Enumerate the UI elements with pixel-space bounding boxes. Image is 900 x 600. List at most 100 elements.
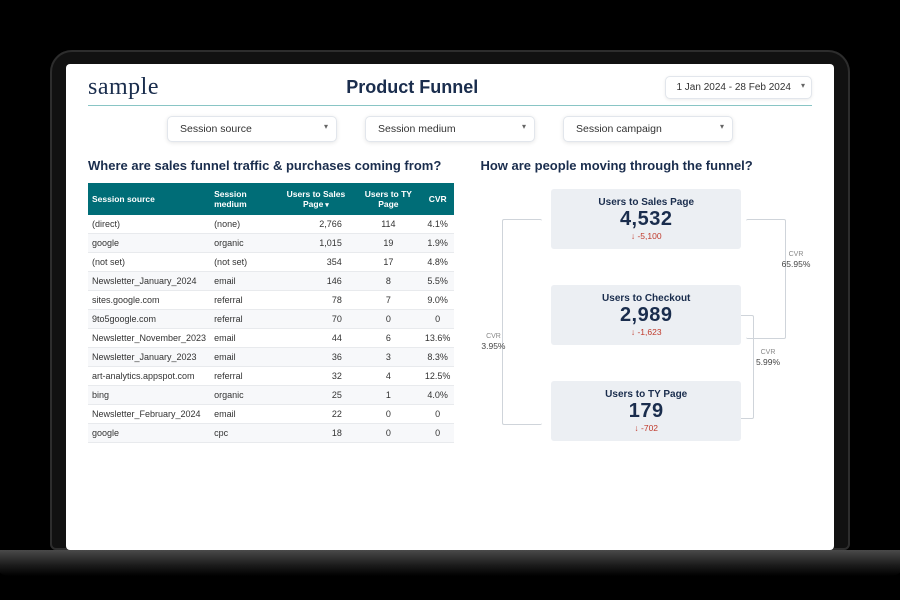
laptop-frame: sample Product Funnel 1 Jan 2024 - 28 Fe…	[50, 50, 850, 550]
col-cvr[interactable]: CVR	[421, 183, 455, 215]
cell-source: (not set)	[88, 253, 210, 272]
cvr-left: CVR 3.95%	[476, 333, 510, 351]
stage-value: 2,989	[557, 304, 735, 327]
cell-sales: 146	[276, 272, 356, 291]
filter-session-campaign[interactable]: Session campaign	[563, 116, 733, 142]
stage-delta: -702	[557, 423, 735, 433]
table-row[interactable]: bingorganic2514.0%	[88, 386, 454, 405]
cell-sales: 354	[276, 253, 356, 272]
col-users-ty[interactable]: Users to TY Page	[356, 183, 421, 215]
cell-source: Newsletter_February_2024	[88, 405, 210, 424]
cell-sales: 44	[276, 329, 356, 348]
cell-source: sites.google.com	[88, 291, 210, 310]
cell-ty: 0	[356, 405, 421, 424]
cell-ty: 3	[356, 348, 421, 367]
cell-source: Newsletter_January_2024	[88, 272, 210, 291]
cell-cvr: 0	[421, 310, 455, 329]
cell-ty: 6	[356, 329, 421, 348]
cell-medium: referral	[210, 310, 276, 329]
filter-session-medium[interactable]: Session medium	[365, 116, 535, 142]
cell-cvr: 0	[421, 405, 455, 424]
cell-ty: 114	[356, 215, 421, 234]
cell-medium: organic	[210, 386, 276, 405]
table-row[interactable]: 9to5google.comreferral7000	[88, 310, 454, 329]
cell-source: 9to5google.com	[88, 310, 210, 329]
page-title: Product Funnel	[346, 77, 478, 98]
dashboard-screen: sample Product Funnel 1 Jan 2024 - 28 Fe…	[66, 64, 834, 550]
funnel-stage-checkout: Users to Checkout 2,989 -1,623	[551, 285, 741, 345]
funnel-section: How are people moving through the funnel…	[480, 158, 812, 483]
cell-cvr: 4.0%	[421, 386, 455, 405]
main-content: Where are sales funnel traffic & purchas…	[88, 158, 812, 483]
header: sample Product Funnel 1 Jan 2024 - 28 Fe…	[88, 74, 812, 101]
connector-line	[502, 219, 542, 425]
cell-cvr: 4.1%	[421, 215, 455, 234]
cell-ty: 0	[356, 424, 421, 443]
traffic-table-section: Where are sales funnel traffic & purchas…	[88, 158, 454, 483]
table-header-row: Session source Session medium Users to S…	[88, 183, 454, 215]
cell-source: google	[88, 424, 210, 443]
cell-cvr: 0	[421, 424, 455, 443]
table-section-title: Where are sales funnel traffic & purchas…	[88, 158, 454, 173]
stage-label: Users to TY Page	[557, 389, 735, 400]
cell-medium: organic	[210, 234, 276, 253]
table-row[interactable]: Newsletter_January_2024email14685.5%	[88, 272, 454, 291]
header-divider	[88, 105, 812, 106]
cell-sales: 78	[276, 291, 356, 310]
table-row[interactable]: googleorganic1,015191.9%	[88, 234, 454, 253]
table-row[interactable]: sites.google.comreferral7879.0%	[88, 291, 454, 310]
cell-sales: 36	[276, 348, 356, 367]
table-row[interactable]: art-analytics.appspot.comreferral32412.5…	[88, 367, 454, 386]
filter-session-source[interactable]: Session source	[167, 116, 337, 142]
funnel-section-title: How are people moving through the funnel…	[480, 158, 812, 173]
table-row[interactable]: googlecpc1800	[88, 424, 454, 443]
cell-medium: email	[210, 348, 276, 367]
cell-ty: 7	[356, 291, 421, 310]
cell-medium: email	[210, 272, 276, 291]
cell-sales: 70	[276, 310, 356, 329]
cell-sales: 22	[276, 405, 356, 424]
cell-cvr: 1.9%	[421, 234, 455, 253]
cell-medium: email	[210, 329, 276, 348]
cell-medium: referral	[210, 291, 276, 310]
cell-cvr: 13.6%	[421, 329, 455, 348]
filter-row: Session source Session medium Session ca…	[88, 116, 812, 142]
cell-ty: 19	[356, 234, 421, 253]
stage-label: Users to Sales Page	[557, 197, 735, 208]
cell-source: google	[88, 234, 210, 253]
col-session-source[interactable]: Session source	[88, 183, 210, 215]
table-row[interactable]: Newsletter_February_2024email2200	[88, 405, 454, 424]
funnel-diagram: Users to Sales Page 4,532 -5,100 Users t…	[480, 183, 812, 483]
table-row[interactable]: (not set)(not set)354174.8%	[88, 253, 454, 272]
cell-source: art-analytics.appspot.com	[88, 367, 210, 386]
cell-cvr: 8.3%	[421, 348, 455, 367]
cell-sales: 2,766	[276, 215, 356, 234]
funnel-stage-ty-page: Users to TY Page 179 -702	[551, 381, 741, 441]
table-row[interactable]: Newsletter_November_2023email44613.6%	[88, 329, 454, 348]
col-users-sales[interactable]: Users to Sales Page	[276, 183, 356, 215]
date-range-picker[interactable]: 1 Jan 2024 - 28 Feb 2024	[665, 76, 812, 99]
cvr-mid: CVR 5.99%	[746, 349, 790, 367]
cell-cvr: 9.0%	[421, 291, 455, 310]
cell-source: Newsletter_November_2023	[88, 329, 210, 348]
cell-medium: referral	[210, 367, 276, 386]
table-row[interactable]: (direct)(none)2,7661144.1%	[88, 215, 454, 234]
table-row[interactable]: Newsletter_January_2023email3638.3%	[88, 348, 454, 367]
stage-delta: -5,100	[557, 231, 735, 241]
cell-sales: 1,015	[276, 234, 356, 253]
cell-ty: 17	[356, 253, 421, 272]
cell-source: Newsletter_January_2023	[88, 348, 210, 367]
cell-medium: (none)	[210, 215, 276, 234]
brand-logo: sample	[88, 74, 159, 101]
cell-sales: 18	[276, 424, 356, 443]
cell-source: bing	[88, 386, 210, 405]
cell-cvr: 4.8%	[421, 253, 455, 272]
cell-medium: cpc	[210, 424, 276, 443]
cell-ty: 1	[356, 386, 421, 405]
cell-medium: (not set)	[210, 253, 276, 272]
stage-label: Users to Checkout	[557, 293, 735, 304]
cvr-overall: CVR 65.95%	[774, 251, 818, 269]
col-session-medium[interactable]: Session medium	[210, 183, 276, 215]
cell-ty: 0	[356, 310, 421, 329]
cell-cvr: 5.5%	[421, 272, 455, 291]
